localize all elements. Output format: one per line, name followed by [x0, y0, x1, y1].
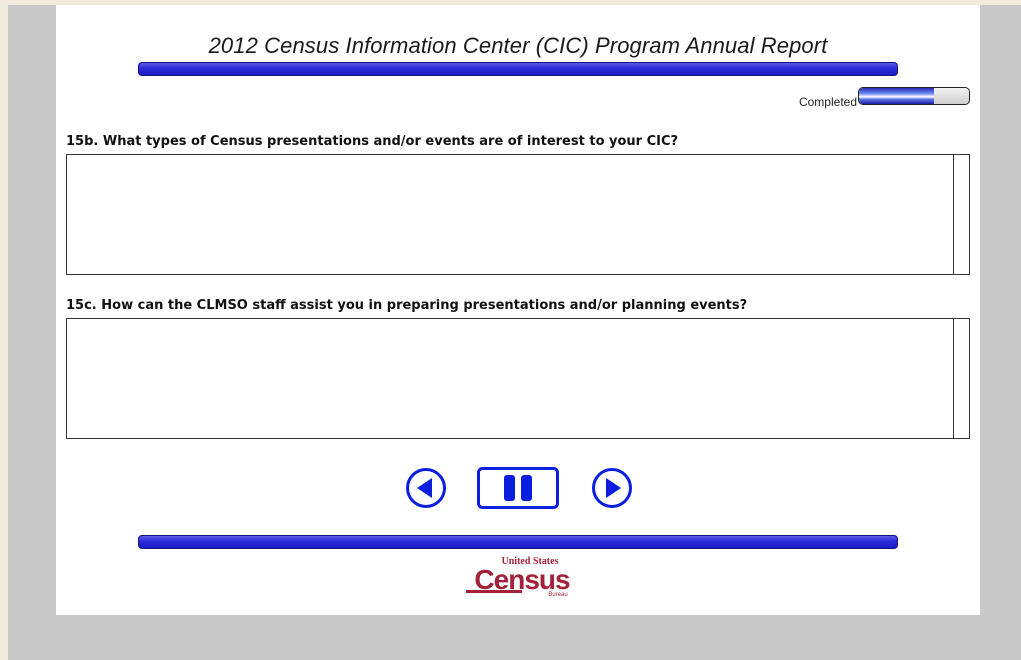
progress-label: Completed — [798, 95, 857, 109]
pause-button[interactable] — [477, 467, 559, 509]
left-border — [0, 0, 8, 660]
next-button[interactable] — [591, 467, 633, 509]
logo-underline — [466, 590, 522, 593]
question-15c-answer-box[interactable] — [66, 318, 970, 439]
progress-indicator: Completed — [798, 87, 970, 109]
question-15c-label: 15c. How can the CLMSO staff assist you … — [66, 298, 748, 313]
navigation-controls — [56, 467, 980, 509]
question-15c-scrollbar[interactable] — [953, 319, 969, 438]
circle-left-arrow-icon — [406, 468, 446, 508]
progress-bar-fill — [859, 88, 934, 104]
page-title: 2012 Census Information Center (CIC) Pro… — [208, 33, 828, 58]
question-15b-scrollbar[interactable] — [953, 155, 969, 274]
question-15b-label: 15b. What types of Census presentations … — [66, 134, 679, 149]
header-divider-bar — [138, 62, 898, 76]
footer-divider-bar — [138, 535, 898, 549]
previous-button[interactable] — [405, 467, 447, 509]
logo-bottom-text: Bureau — [548, 592, 567, 598]
pause-icon — [477, 467, 559, 509]
census-bureau-logo: United States Census Bureau — [466, 556, 571, 598]
survey-panel: 2012 Census Information Center (CIC) Pro… — [56, 5, 980, 615]
question-15b-answer-box[interactable] — [66, 154, 970, 275]
circle-right-arrow-icon — [592, 468, 632, 508]
progress-bar — [858, 87, 970, 105]
